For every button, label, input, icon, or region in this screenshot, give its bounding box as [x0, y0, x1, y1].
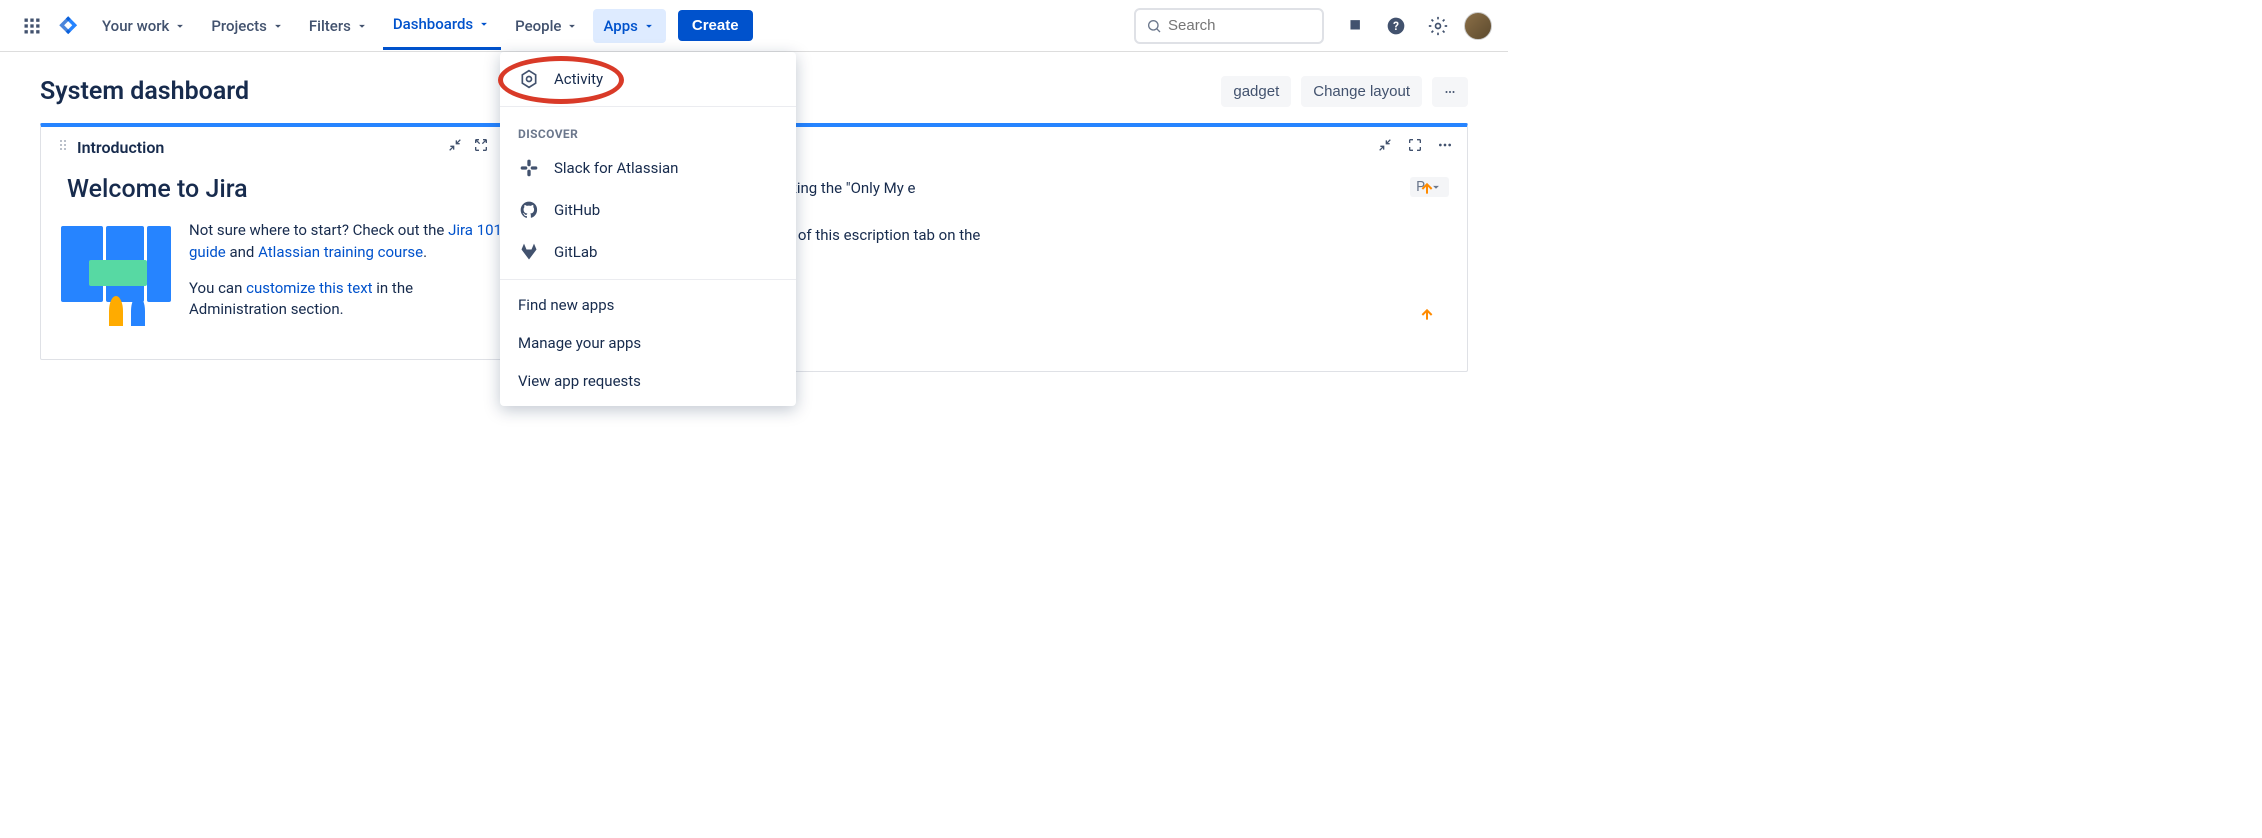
slack-icon	[518, 157, 540, 179]
discover-heading: DISCOVER	[500, 113, 796, 147]
apps-menu-find[interactable]: Find new apps	[500, 286, 796, 324]
add-gadget-button[interactable]: gadget	[1221, 76, 1291, 107]
create-button[interactable]: Create	[678, 10, 753, 41]
menu-item-label: Find new apps	[518, 296, 614, 314]
activity-icon	[518, 68, 540, 90]
nav-label: Apps	[603, 17, 637, 35]
more-icon	[1444, 84, 1456, 100]
app-switcher-icon[interactable]	[16, 10, 48, 42]
menu-item-label: View app requests	[518, 372, 641, 390]
chevron-down-icon	[271, 19, 285, 33]
apps-menu-slack[interactable]: Slack for Atlassian	[500, 147, 796, 189]
nav-filters[interactable]: Filters	[299, 2, 379, 50]
customize-link[interactable]: customize this text	[246, 279, 372, 297]
apps-menu-manage[interactable]: Manage your apps	[500, 324, 796, 362]
top-navigation: Your work Projects Filters Dashboards Pe…	[0, 0, 1508, 52]
nav-your-work[interactable]: Your work	[92, 2, 197, 50]
nav-apps[interactable]: Apps	[593, 9, 665, 43]
nav-label: Your work	[102, 17, 169, 35]
search-icon	[1146, 18, 1162, 34]
intro-text: Not sure where to start? Check out the J…	[189, 220, 509, 335]
menu-item-label: Manage your apps	[518, 334, 641, 352]
priority-up-icon	[1419, 307, 1435, 327]
help-icon[interactable]: ?	[1380, 10, 1412, 42]
apps-dropdown-menu: Activity DISCOVER Slack for Atlassian Gi…	[500, 52, 796, 406]
chevron-down-icon	[355, 19, 369, 33]
welcome-heading: Welcome to Jira	[61, 175, 509, 204]
page-title: System dashboard	[40, 77, 249, 106]
menu-item-label: Activity	[554, 70, 603, 88]
user-avatar[interactable]	[1464, 12, 1492, 40]
notifications-icon[interactable]	[1338, 10, 1370, 42]
menu-item-label: Slack for Atlassian	[554, 159, 678, 177]
chevron-down-icon	[173, 19, 187, 33]
training-link[interactable]: Atlassian training course	[258, 243, 423, 261]
maximize-icon[interactable]	[473, 137, 489, 157]
intro-illustration	[61, 220, 171, 320]
priority-up-icon	[1419, 181, 1435, 201]
maximize-icon[interactable]	[1407, 137, 1423, 157]
apps-menu-view-requests[interactable]: View app requests	[500, 362, 796, 400]
gitlab-icon	[518, 241, 540, 263]
nav-label: Dashboards	[393, 15, 473, 33]
chevron-down-icon	[642, 19, 656, 33]
search-input[interactable]	[1134, 8, 1324, 44]
apps-menu-activity[interactable]: Activity	[500, 58, 796, 100]
introduction-widget: Introduction Welcome to Jira	[40, 123, 530, 360]
menu-item-label: GitHub	[554, 201, 600, 219]
apps-menu-gitlab[interactable]: GitLab	[500, 231, 796, 273]
chevron-down-icon	[565, 19, 579, 33]
jira-logo-icon[interactable]	[56, 13, 82, 39]
menu-item-label: GitLab	[554, 243, 597, 261]
nav-label: Projects	[211, 17, 267, 35]
github-icon	[518, 199, 540, 221]
chevron-down-icon	[477, 17, 491, 31]
drag-handle-icon[interactable]	[55, 137, 71, 157]
minimize-icon[interactable]	[447, 137, 463, 157]
settings-icon[interactable]	[1422, 10, 1454, 42]
dashboard-more-button[interactable]	[1432, 77, 1468, 107]
nav-label: People	[515, 17, 561, 35]
change-layout-button[interactable]: Change layout	[1301, 76, 1422, 107]
widget-more-icon[interactable]	[1437, 137, 1453, 157]
nav-projects[interactable]: Projects	[201, 2, 295, 50]
svg-text:?: ?	[1393, 19, 1399, 33]
widget-title-text: Introduction	[77, 138, 164, 157]
nav-dashboards[interactable]: Dashboards	[383, 2, 501, 50]
apps-menu-github[interactable]: GitHub	[500, 189, 796, 231]
nav-label: Filters	[309, 17, 351, 35]
search-field[interactable]	[1168, 17, 1298, 34]
minimize-icon[interactable]	[1377, 137, 1393, 157]
nav-people[interactable]: People	[505, 2, 589, 50]
